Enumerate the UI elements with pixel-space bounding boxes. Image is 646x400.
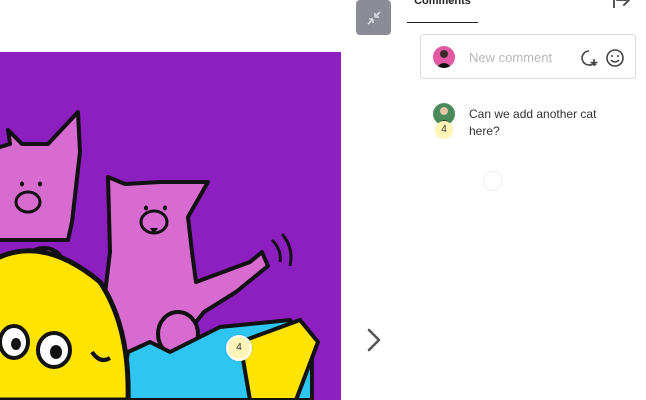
exit-panel-button[interactable] xyxy=(608,0,634,14)
next-button[interactable] xyxy=(362,326,386,354)
annotation-pin[interactable]: 4 xyxy=(226,335,252,361)
cat-illustration xyxy=(0,110,321,400)
smiley-icon xyxy=(606,49,624,67)
add-annotation-icon xyxy=(581,50,598,66)
chevron-right-icon xyxy=(367,328,381,352)
collapse-button[interactable] xyxy=(356,0,391,35)
emoji-button[interactable] xyxy=(604,47,626,69)
artwork-canvas[interactable]: 4 xyxy=(0,52,341,400)
new-comment-box xyxy=(420,34,636,79)
comment-item[interactable]: 4 Can we add another cat here? xyxy=(433,103,633,153)
comment-pin-badge: 4 xyxy=(435,121,453,139)
new-comment-input[interactable] xyxy=(469,46,569,68)
user-silhouette-icon xyxy=(436,50,452,68)
current-user-avatar xyxy=(433,46,455,68)
comment-text: Can we add another cat here? xyxy=(469,107,597,138)
add-annotation-button[interactable] xyxy=(578,47,600,69)
tab-comments[interactable]: Comments xyxy=(407,0,478,23)
panel-exit-icon xyxy=(613,0,630,8)
collapse-arrows-icon xyxy=(366,10,381,25)
loading-spinner xyxy=(483,171,503,191)
